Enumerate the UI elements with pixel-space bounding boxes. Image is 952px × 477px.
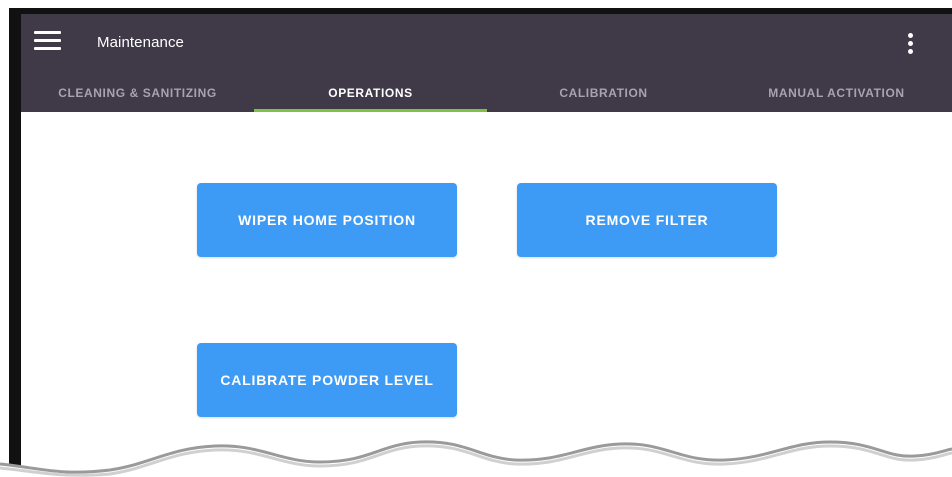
app-screen: Maintenance CLEANING & SANITIZING OPERAT… (21, 14, 952, 477)
tab-manual-activation[interactable]: MANUAL ACTIVATION (720, 77, 952, 112)
more-vertical-icon[interactable] (901, 31, 921, 61)
tab-cleaning-sanitizing[interactable]: CLEANING & SANITIZING (21, 77, 254, 112)
app-bar: Maintenance CLEANING & SANITIZING OPERAT… (21, 14, 952, 112)
page-title: Maintenance (97, 34, 184, 51)
calibrate-powder-level-button[interactable]: CALIBRATE POWDER LEVEL (197, 343, 457, 417)
hamburger-menu-icon[interactable] (34, 29, 62, 53)
wiper-home-position-button[interactable]: WIPER HOME POSITION (197, 183, 457, 257)
torn-edge (0, 440, 952, 477)
remove-filter-button[interactable]: REMOVE FILTER (517, 183, 777, 257)
tab-calibration[interactable]: CALIBRATION (487, 77, 720, 112)
tab-operations[interactable]: OPERATIONS (254, 77, 487, 112)
tab-bar: CLEANING & SANITIZING OPERATIONS CALIBRA… (21, 77, 952, 112)
